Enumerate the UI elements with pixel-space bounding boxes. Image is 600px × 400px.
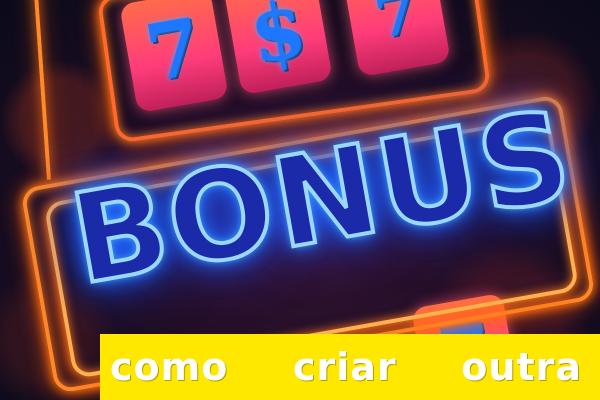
caption-word-2: criar (292, 345, 397, 389)
reel-symbol: 7 (369, 0, 423, 54)
caption-word-1: como (110, 345, 229, 389)
bonus-slot-image: 7 $ 7 7 BONUS como criar outra (0, 0, 600, 400)
reel-symbol: $ (243, 0, 313, 83)
slot-reel-2: $ (223, 0, 333, 96)
caption-word-3: outra (461, 345, 582, 389)
reel-symbol: 7 (139, 0, 209, 101)
caption-bar: como criar outra (100, 334, 600, 400)
slot-reel-1: 7 (119, 0, 229, 114)
